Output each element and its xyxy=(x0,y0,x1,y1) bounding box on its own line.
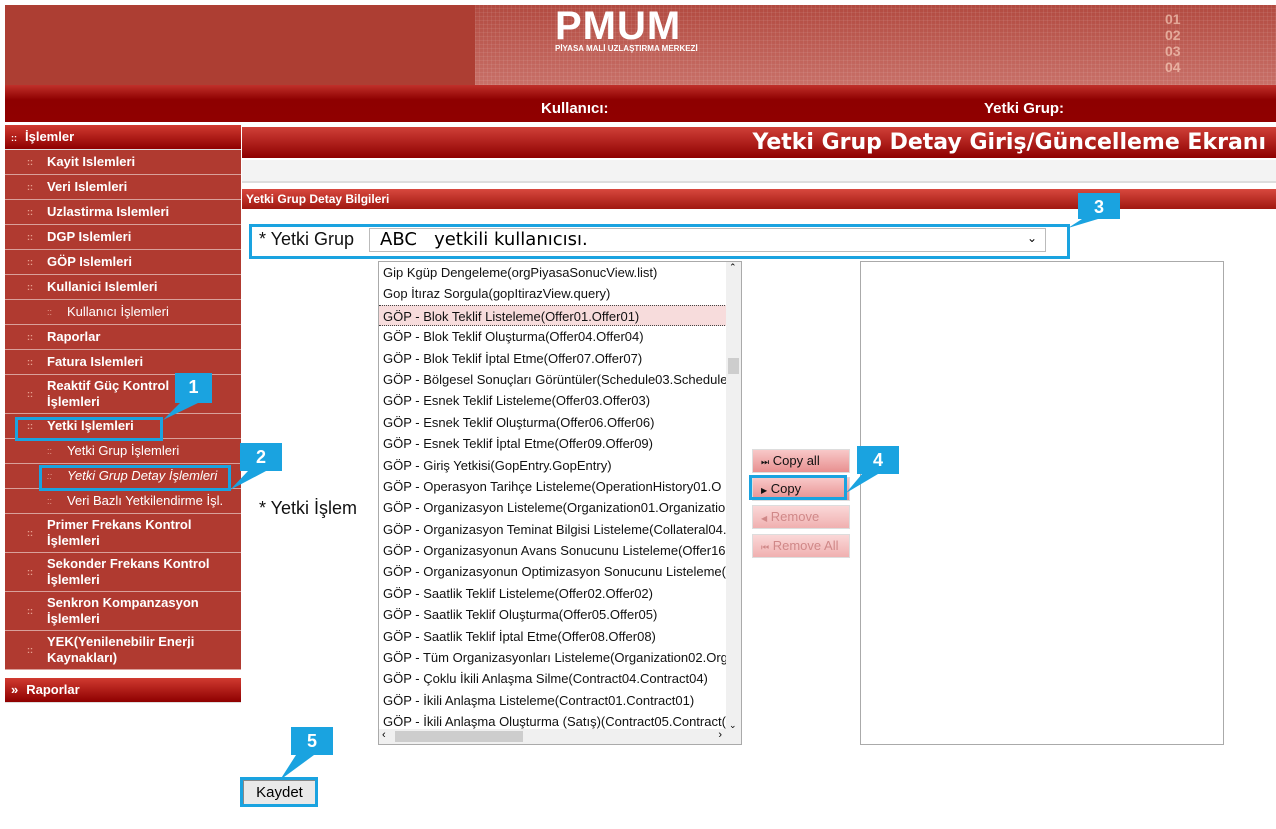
callout-highlight-4 xyxy=(749,475,847,500)
callout-4: 4 xyxy=(857,446,899,474)
callout-highlight-2 xyxy=(39,465,231,491)
callout-1: 1 xyxy=(175,373,212,403)
callout-2: 2 xyxy=(240,443,282,471)
callout-5: 5 xyxy=(291,727,333,755)
callout-highlight-1 xyxy=(15,417,163,441)
callout-highlight-5 xyxy=(240,777,318,807)
callout-3: 3 xyxy=(1078,193,1120,219)
callout-pointers xyxy=(163,219,1098,780)
callout-highlight-3 xyxy=(249,224,1070,259)
